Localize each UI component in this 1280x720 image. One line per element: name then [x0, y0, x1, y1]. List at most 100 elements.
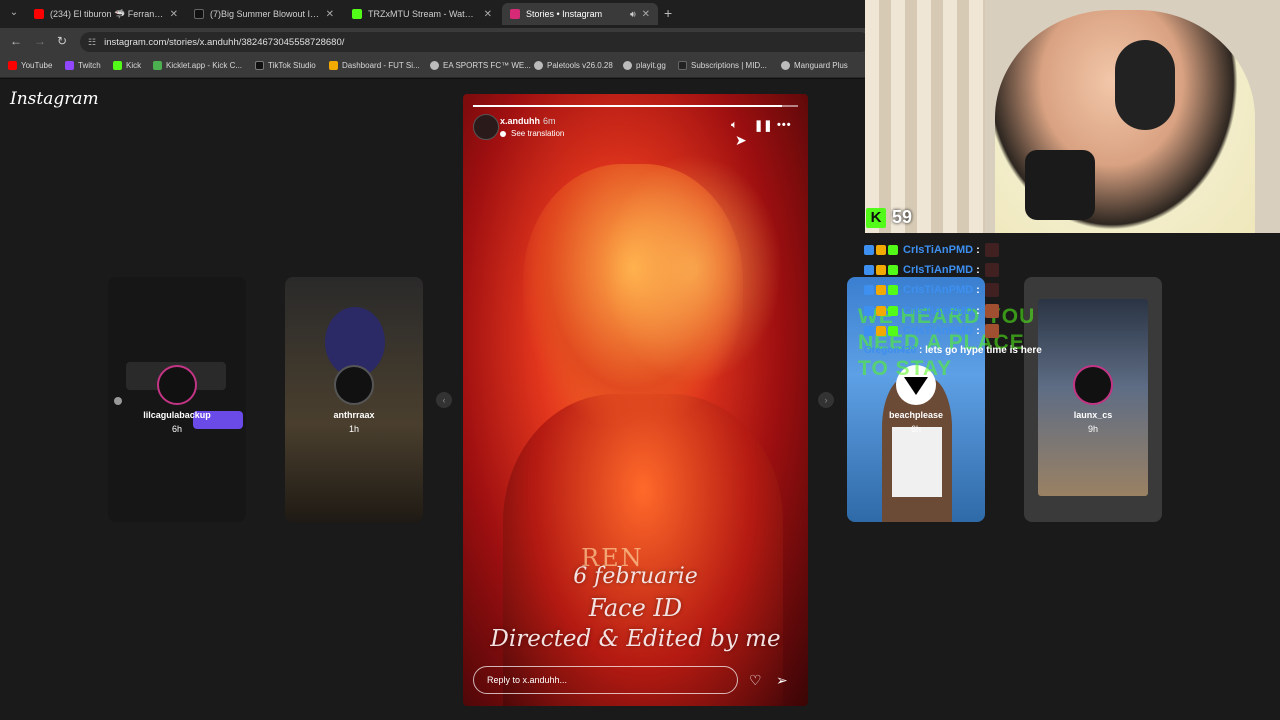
- bookmark-youtube[interactable]: YouTube: [8, 61, 52, 70]
- tiktok-icon: [255, 61, 264, 70]
- bookmark-twitch[interactable]: Twitch: [65, 61, 101, 70]
- globe-icon: [623, 61, 632, 70]
- story-time: 1h: [348, 424, 359, 434]
- story-time: 6h: [171, 424, 182, 434]
- site-info-icon[interactable]: ☷: [88, 37, 96, 48]
- bookmark-label: TikTok Studio: [268, 61, 316, 70]
- forward-arrow-icon[interactable]: →: [34, 34, 46, 48]
- badge-icon: [888, 245, 898, 255]
- story-avatar[interactable]: [473, 114, 499, 140]
- pause-icon[interactable]: ❚❚: [754, 119, 772, 132]
- tab-instagram-stories[interactable]: Stories • Instagram 🔊︎ ✕: [502, 3, 658, 25]
- viewer-count: 59: [892, 207, 913, 227]
- tab-search-icon[interactable]: ⌄: [6, 5, 22, 21]
- screen: ⌄ (234) El tiburon 🦈 Ferran torres ✕ (7)…: [0, 0, 1280, 720]
- globe-icon: [781, 61, 790, 70]
- chat-separator: :: [916, 345, 926, 356]
- kick-favicon-icon: [352, 9, 362, 19]
- story-image-hand: [603, 154, 783, 384]
- story-preview-card[interactable]: launx_cs 9h: [1024, 277, 1162, 522]
- chat-row: CrIsTiAnPMD:: [864, 282, 999, 298]
- story-username[interactable]: x.anduhh: [500, 116, 540, 126]
- tab-title: Stories • Instagram: [526, 9, 603, 19]
- webcam-overlay: [865, 0, 1280, 233]
- bookmark-paletools[interactable]: Paletools v26.0.28: [534, 61, 613, 70]
- bookmark-subscriptions[interactable]: Subscriptions | MID...: [678, 61, 767, 70]
- story-preview-card[interactable]: lilcagulabackup 6h: [108, 277, 246, 522]
- heart-icon[interactable]: ♡: [749, 672, 762, 689]
- fut-icon: [329, 61, 338, 70]
- emote-icon: [984, 304, 999, 318]
- url-text: instagram.com/stories/x.anduhh/382467304…: [104, 36, 345, 48]
- instagram-logo[interactable]: Instagram: [10, 89, 99, 109]
- close-icon[interactable]: ✕: [326, 9, 334, 20]
- ad-overlay-text: TO STAY: [858, 357, 953, 380]
- chat-username: CrIsTiAnPMD: [903, 244, 974, 256]
- chat-row: CrIsTiAnPMD:: [864, 303, 999, 319]
- chat-username: CrIsTiAnPMD: [903, 325, 974, 337]
- chat-row: CrIsTiAnPMD:: [864, 262, 999, 278]
- story-preview-card[interactable]: anthrraax 1h: [285, 277, 423, 522]
- close-icon[interactable]: ✕: [484, 9, 492, 20]
- badge-icon: [888, 285, 898, 295]
- story-time: 6m: [543, 116, 556, 126]
- globe-icon: [430, 61, 439, 70]
- badge-icon: [876, 326, 886, 336]
- bookmark-label: Subscriptions | MID...: [691, 61, 767, 70]
- chat-separator: :: [976, 264, 980, 276]
- close-icon[interactable]: ✕: [642, 9, 650, 20]
- kick-logo-icon: K: [866, 207, 886, 228]
- kicklet-icon: [153, 61, 162, 70]
- badge-icon: [888, 306, 898, 316]
- bookmark-manguard[interactable]: Manguard Plus: [781, 61, 848, 70]
- youtube-icon: [8, 61, 17, 70]
- back-arrow-icon[interactable]: ←: [10, 34, 22, 48]
- headset-image: [1115, 40, 1175, 130]
- curtain-background: [865, 0, 985, 233]
- bookmark-kick[interactable]: Kick: [113, 61, 141, 70]
- reply-input[interactable]: Reply to x.anduhh...: [473, 666, 738, 694]
- new-tab-plus-icon[interactable]: +: [664, 5, 672, 21]
- translate-icon: [500, 130, 506, 137]
- chat-row: CrIsTiAnPMD:: [864, 242, 999, 258]
- tab-kick-stream[interactable]: TRZxMTU Stream - Watch Live ✕: [344, 3, 500, 25]
- see-translation-link[interactable]: See translation: [500, 129, 564, 138]
- tab-tiktok[interactable]: (7)Big Summer Blowout Impressions ✕: [186, 3, 342, 25]
- reply-placeholder: Reply to x.anduhh...: [487, 675, 568, 685]
- kick-viewer-counter: K 59: [866, 207, 912, 228]
- chat-username: CrIsTiAnPMD: [903, 264, 974, 276]
- bookmark-fut-dashboard[interactable]: Dashboard - FUT Si...: [329, 61, 420, 70]
- tiktok-favicon-icon: [194, 9, 204, 19]
- emote-icon: [984, 263, 999, 277]
- emote-icon: [984, 283, 999, 297]
- close-icon[interactable]: ✕: [170, 9, 178, 20]
- youtube-favicon-icon: [34, 9, 44, 19]
- reload-icon[interactable]: ↻: [57, 34, 67, 48]
- next-story-arrow-icon[interactable]: ›: [818, 392, 834, 408]
- speaker-icon[interactable]: 🔊︎: [630, 9, 636, 20]
- chat-row: CrIsTiAnPMD:: [864, 323, 999, 339]
- story-username: lilcagulabackup: [143, 410, 211, 420]
- bookmark-label: Manguard Plus: [794, 61, 848, 70]
- story-caption-line: 6 februarie: [573, 564, 698, 589]
- bookmark-kicklet[interactable]: Kicklet.app - Kick C...: [153, 61, 242, 70]
- tab-youtube[interactable]: (234) El tiburon 🦈 Ferran torres ✕: [26, 3, 186, 25]
- bookmark-ea-sports[interactable]: EA SPORTS FC™ WE...: [430, 61, 531, 70]
- previous-story-arrow-icon[interactable]: ‹: [436, 392, 452, 408]
- address-bar[interactable]: ☷ instagram.com/stories/x.anduhh/3824673…: [80, 32, 870, 52]
- dot-icon: [114, 397, 122, 405]
- bookmark-tiktok-studio[interactable]: TikTok Studio: [255, 61, 316, 70]
- tab-title: (7)Big Summer Blowout Impressions: [210, 9, 320, 19]
- send-icon[interactable]: ➢: [776, 672, 788, 689]
- more-options-icon[interactable]: •••: [777, 119, 792, 131]
- emote-icon: [984, 324, 999, 338]
- tab-title: TRZxMTU Stream - Watch Live: [368, 9, 478, 19]
- globe-icon: [534, 61, 543, 70]
- story-viewer[interactable]: REN x.anduhh 6m See translation 🔈︎ ❚❚ ••…: [463, 94, 808, 706]
- badge-icon: [864, 306, 874, 316]
- chat-separator: :: [976, 244, 980, 256]
- bookmark-label: Dashboard - FUT Si...: [342, 61, 420, 70]
- chat-username: CrIsTiAnPMD: [903, 305, 974, 317]
- speaker-icon[interactable]: 🔈︎: [731, 119, 738, 132]
- bookmark-playit[interactable]: playit.gg: [623, 61, 666, 70]
